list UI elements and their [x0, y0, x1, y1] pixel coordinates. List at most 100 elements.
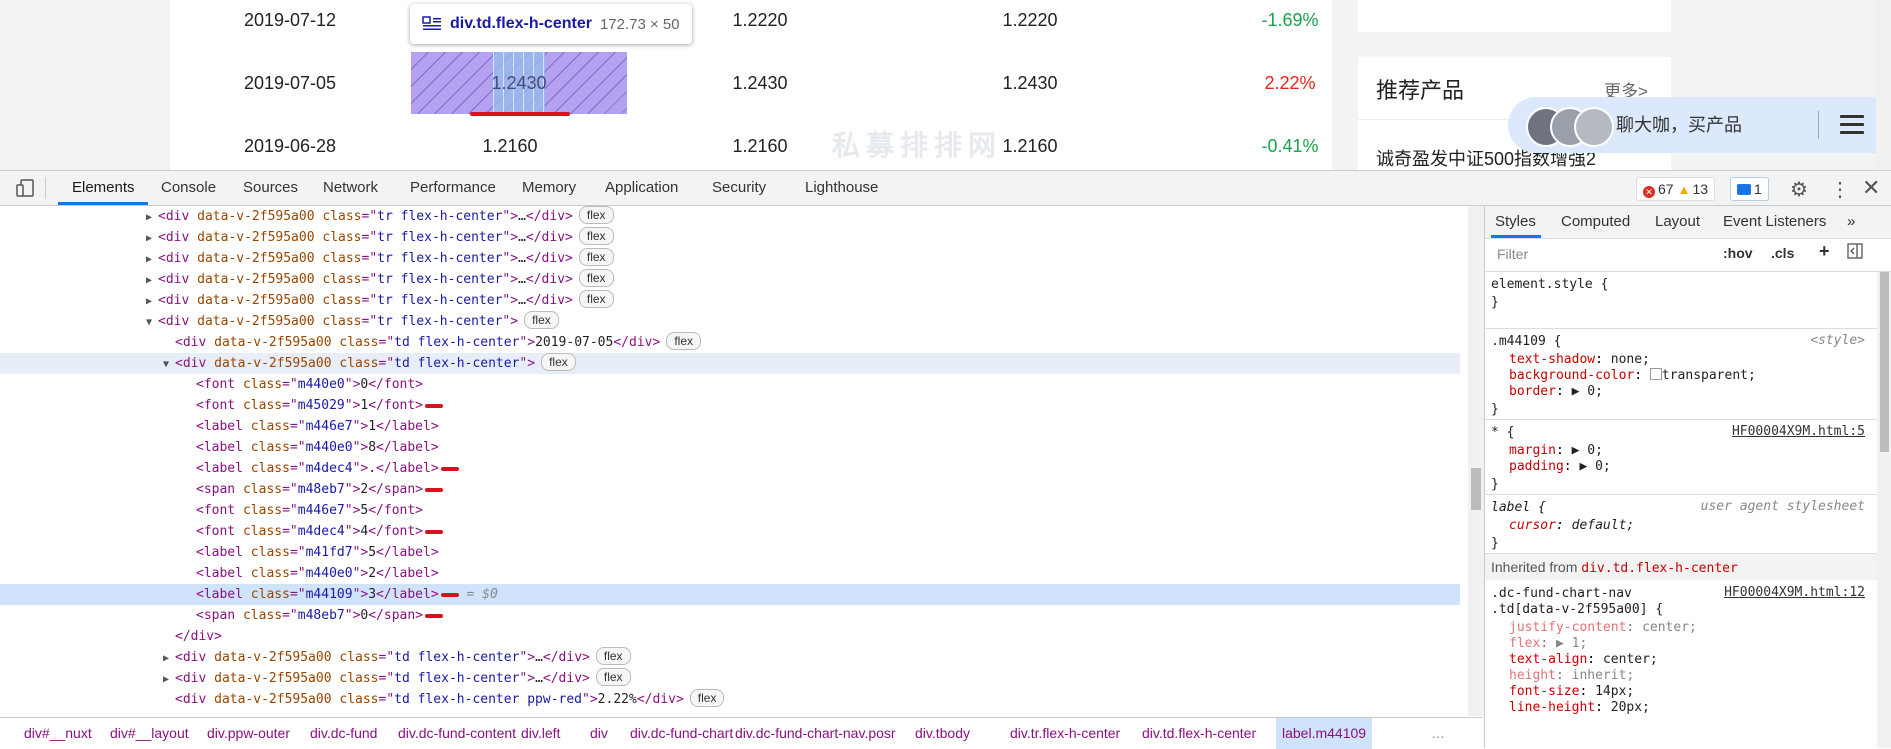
dom-node-line[interactable]: ▶ <div data-v-2f595a00 class="tr flex-h-c…: [0, 248, 1460, 269]
tab-console[interactable]: Console: [161, 171, 216, 205]
breadcrumb-item[interactable]: div.ppw-outer: [207, 718, 290, 749]
inherited-element[interactable]: div.td.flex-h-center: [1581, 561, 1738, 576]
dom-node-line[interactable]: <div data-v-2f595a00 class="td flex-h-ce…: [0, 332, 1460, 353]
settings-gear-icon[interactable]: ⚙: [1790, 177, 1808, 202]
breadcrumb-item[interactable]: div.left: [521, 718, 560, 749]
dom-node-line[interactable]: ▶ <div data-v-2f595a00 class="tr flex-h-c…: [0, 206, 1460, 227]
messages-counter[interactable]: 1: [1730, 177, 1769, 201]
flex-badge[interactable]: flex: [578, 269, 614, 287]
new-rule-icon[interactable]: +: [1819, 241, 1830, 262]
menu-icon[interactable]: [1840, 115, 1864, 135]
flex-badge[interactable]: flex: [595, 647, 631, 665]
tab-performance[interactable]: Performance: [410, 171, 496, 205]
tab-lighthouse[interactable]: Lighthouse: [805, 171, 878, 205]
styles-tab-event-listeners[interactable]: Event Listeners: [1723, 206, 1826, 238]
tab-sources[interactable]: Sources: [243, 171, 298, 205]
expand-triangle-icon[interactable]: ▶: [163, 669, 175, 690]
device-toggle-icon[interactable]: [16, 179, 34, 197]
dom-node-line[interactable]: <font class="m440e0">0</font>: [0, 374, 1460, 395]
styles-filter-input[interactable]: Filter: [1493, 243, 1707, 265]
dom-node-line[interactable]: ▼ <div data-v-2f595a00 class="tr flex-h-c…: [0, 311, 1460, 332]
dom-node-line[interactable]: <label class="m4dec4">.</label>: [0, 458, 1460, 479]
tab-application[interactable]: Application: [605, 171, 678, 205]
expand-triangle-icon[interactable]: ▶: [146, 249, 158, 270]
dom-node-line[interactable]: <label class="m44109">3</label> = $0: [0, 584, 1460, 605]
flex-badge[interactable]: flex: [689, 689, 725, 707]
collapse-triangle-icon[interactable]: ▼: [146, 312, 158, 333]
styles-tab-computed[interactable]: Computed: [1561, 206, 1630, 238]
flex-badge[interactable]: flex: [524, 311, 559, 329]
breadcrumb-item[interactable]: div#__nuxt: [24, 718, 92, 749]
breadcrumb-item[interactable]: div.dc-fund-content: [398, 718, 516, 749]
breadcrumb-item[interactable]: div.dc-fund-chart-nav.posr: [735, 718, 896, 749]
dom-node-line[interactable]: <label class="m446e7">1</label>: [0, 416, 1460, 437]
breadcrumb-item[interactable]: label.m44109: [1276, 718, 1373, 749]
tab-security[interactable]: Security: [712, 171, 766, 205]
scrollbar-thumb[interactable]: [1880, 272, 1889, 452]
page-scrollbar[interactable]: [1876, 0, 1891, 170]
tab-network[interactable]: Network: [323, 171, 378, 205]
more-options-icon[interactable]: ⋮: [1830, 177, 1850, 202]
flex-badge[interactable]: flex: [666, 332, 701, 350]
flex-badge[interactable]: flex: [578, 227, 614, 245]
dom-node-line[interactable]: <div data-v-2f595a00 class="td flex-h-ce…: [0, 689, 1460, 710]
breadcrumb-item[interactable]: div#__layout: [110, 718, 189, 749]
expand-triangle-icon[interactable]: ▶: [146, 291, 158, 312]
flex-badge[interactable]: flex: [578, 290, 614, 308]
breadcrumb-item[interactable]: div.tr.flex-h-center: [1010, 718, 1120, 749]
dom-node-line[interactable]: <label class="m440e0">8</label>: [0, 437, 1460, 458]
collapse-triangle-icon[interactable]: ▼: [163, 354, 175, 375]
styles-tab-styles[interactable]: Styles: [1495, 206, 1536, 238]
dom-node-line[interactable]: ▶ <div data-v-2f595a00 class="tr flex-h-c…: [0, 227, 1460, 248]
rule-source-link[interactable]: HF00004X9M.html:12: [1724, 585, 1865, 600]
expand-triangle-icon[interactable]: ▶: [163, 648, 175, 669]
breadcrumb-item[interactable]: div.tbody: [915, 718, 970, 749]
flex-badge[interactable]: flex: [541, 353, 576, 371]
flex-badge[interactable]: flex: [595, 668, 631, 686]
dom-node-line[interactable]: <font class="m446e7">5</font>: [0, 500, 1460, 521]
dom-node-line[interactable]: </div>: [0, 626, 1460, 647]
class-toggle[interactable]: .cls: [1771, 245, 1794, 261]
dom-node-line[interactable]: ▶ <div data-v-2f595a00 class="td flex-h-c…: [0, 668, 1460, 689]
issues-counter[interactable]: ✕ 67 ▲ 13: [1636, 177, 1716, 201]
elements-scrollbar[interactable]: [1468, 206, 1484, 716]
breadcrumb-item[interactable]: …: [1431, 718, 1445, 749]
chat-widget[interactable]: 聊大咖，买产品: [1508, 97, 1891, 153]
dom-node-line[interactable]: <label class="m440e0">2</label>: [0, 563, 1460, 584]
dom-node-line[interactable]: <font class="m4dec4">4</font>: [0, 521, 1460, 542]
scrollbar-thumb[interactable]: [1471, 468, 1481, 510]
tab-elements[interactable]: Elements: [72, 171, 135, 205]
css-declaration[interactable]: padding: ▶ 0;: [1509, 458, 1611, 476]
flex-badge[interactable]: flex: [578, 206, 614, 224]
css-declaration[interactable]: border: ▶ 0;: [1509, 383, 1603, 401]
styles-tab-layout[interactable]: Layout: [1655, 206, 1700, 238]
breadcrumb-item[interactable]: div.dc-fund: [310, 718, 377, 749]
css-declaration[interactable]: line-height: 20px;: [1509, 699, 1650, 717]
sidebar-toggle-icon[interactable]: [1847, 243, 1863, 262]
breadcrumb-item[interactable]: div: [590, 718, 608, 749]
close-icon[interactable]: ✕: [1862, 175, 1880, 201]
dom-node-line[interactable]: ▶ <div data-v-2f595a00 class="td flex-h-c…: [0, 647, 1460, 668]
breadcrumb-item[interactable]: div.dc-fund-chart: [630, 718, 733, 749]
console-ref: = $0: [458, 587, 498, 602]
rule-source-link[interactable]: HF00004X9M.html:5: [1732, 424, 1865, 439]
dom-node-line[interactable]: ▶ <div data-v-2f595a00 class="tr flex-h-c…: [0, 290, 1460, 311]
color-swatch-icon[interactable]: [1649, 368, 1662, 380]
styles-scrollbar[interactable]: [1877, 272, 1891, 748]
styles-tab-more[interactable]: »: [1847, 206, 1855, 238]
dom-node-line[interactable]: <span class="m48eb7">2</span>: [0, 479, 1460, 500]
tab-memory[interactable]: Memory: [522, 171, 576, 205]
rule-source[interactable]: <style>: [1810, 333, 1865, 348]
breadcrumb-item[interactable]: div.td.flex-h-center: [1142, 718, 1256, 749]
dom-node-line[interactable]: <label class="m41fd7">5</label>: [0, 542, 1460, 563]
dom-node-line[interactable]: ▶ <div data-v-2f595a00 class="tr flex-h-c…: [0, 269, 1460, 290]
flex-badge[interactable]: flex: [578, 248, 614, 266]
expand-triangle-icon[interactable]: ▶: [146, 207, 158, 228]
expand-triangle-icon[interactable]: ▶: [146, 270, 158, 291]
dom-node-line[interactable]: ▼ <div data-v-2f595a00 class="td flex-h-c…: [0, 353, 1460, 374]
hover-state-toggle[interactable]: :hov: [1723, 245, 1753, 261]
expand-triangle-icon[interactable]: ▶: [146, 228, 158, 249]
dom-node-line[interactable]: <font class="m45029">1</font>: [0, 395, 1460, 416]
elements-tree[interactable]: ▶ <div data-v-2f595a00 class="tr flex-h-c…: [0, 206, 1470, 716]
dom-node-line[interactable]: <span class="m48eb7">0</span>: [0, 605, 1460, 626]
